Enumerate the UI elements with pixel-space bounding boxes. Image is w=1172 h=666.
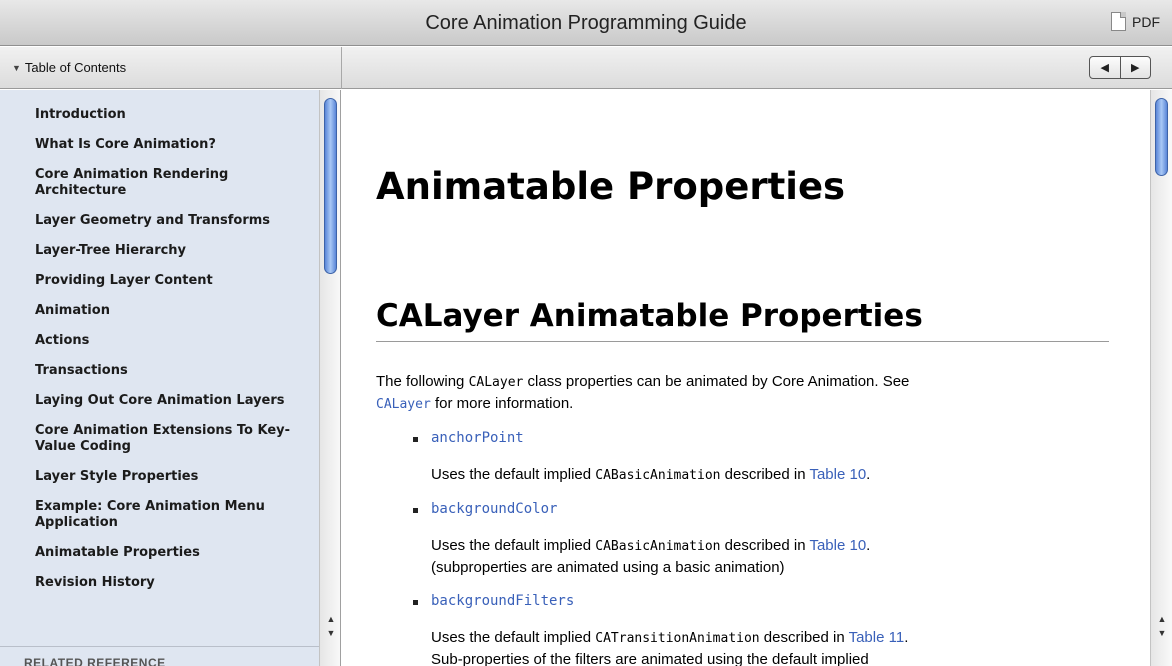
page-title: Animatable Properties: [376, 165, 846, 208]
desc-text: Uses the default implied: [431, 629, 596, 646]
toc-item-laying-out-layers[interactable]: Laying Out Core Animation Layers: [35, 393, 315, 409]
toc-item-layer-geometry[interactable]: Layer Geometry and Transforms: [35, 213, 315, 229]
desc-text: described in: [720, 537, 810, 554]
desc-text: .: [866, 466, 871, 483]
sidebar-scroll-arrows: ▲ ▼: [320, 612, 340, 640]
content-pane: Animatable Properties CALayer Animatable…: [342, 90, 1172, 666]
table-link[interactable]: Table 10: [809, 466, 866, 483]
toc-toggle-label: Table of Contents: [24, 60, 127, 75]
window-title: Core Animation Programming Guide: [425, 12, 747, 34]
property-item: anchorPoint Uses the default implied CAB…: [376, 430, 1116, 486]
scroll-down-arrow-icon[interactable]: ▼: [1151, 626, 1172, 640]
desc-line-2: Sub-properties of the filters are animat…: [431, 651, 869, 666]
property-item: backgroundColor Uses the default implied…: [376, 501, 1116, 578]
table-link[interactable]: Table 10: [809, 537, 866, 554]
desc-text: described in: [759, 629, 849, 646]
sidebar-scrollbar[interactable]: ▲ ▼: [319, 90, 340, 666]
scroll-down-arrow-icon[interactable]: ▼: [320, 626, 340, 640]
desc-line-2: (subproperties are animated using a basi…: [431, 559, 785, 576]
desc-text: described in: [720, 466, 810, 483]
desc-code: CATransitionAnimation: [595, 631, 760, 646]
toc-item-menu-application[interactable]: Example: Core Animation Menu Application: [35, 499, 315, 531]
toc-toggle[interactable]: ▼ Table of Contents: [12, 60, 126, 75]
table-link[interactable]: Table 11: [849, 629, 905, 646]
toc-sidebar: Introduction What Is Core Animation? Cor…: [0, 90, 341, 666]
toc-item-rendering-architecture[interactable]: Core Animation Rendering Architecture: [35, 167, 315, 199]
intro-code-calayer: CALayer: [468, 375, 524, 390]
previous-page-button[interactable]: ◀: [1090, 57, 1120, 78]
desc-text: Uses the default implied: [431, 466, 596, 483]
toc-item-kvc-extensions[interactable]: Core Animation Extensions To Key-Value C…: [35, 423, 315, 455]
desc-code: CABasicAnimation: [595, 468, 721, 483]
toc-list: Introduction What Is Core Animation? Cor…: [35, 107, 315, 605]
sidebar-scroll-thumb[interactable]: [324, 98, 337, 274]
content-scroll-thumb[interactable]: [1155, 98, 1168, 176]
intro-text-after: class properties can be animated by Core…: [523, 373, 910, 390]
pdf-label: PDF: [1132, 13, 1160, 30]
toc-item-actions[interactable]: Actions: [35, 333, 315, 349]
desc-text: .: [866, 537, 871, 554]
disclosure-triangle-icon: ▼: [12, 62, 21, 73]
title-bar: Core Animation Programming Guide PDF: [0, 0, 1172, 46]
toc-item-revision-history[interactable]: Revision History: [35, 575, 315, 591]
document-icon: [1111, 12, 1126, 31]
scroll-up-arrow-icon[interactable]: ▲: [1151, 612, 1172, 626]
property-description: Uses the default implied CATransitionAni…: [376, 627, 1116, 666]
toc-item-transactions[interactable]: Transactions: [35, 363, 315, 379]
scroll-up-arrow-icon[interactable]: ▲: [320, 612, 340, 626]
content-scrollbar[interactable]: ▲ ▼: [1150, 90, 1172, 666]
desc-text: .: [904, 629, 909, 646]
toc-item-providing-layer-content[interactable]: Providing Layer Content: [35, 273, 315, 289]
property-link-backgroundfilters[interactable]: backgroundFilters: [376, 593, 1116, 615]
heading-rule: [376, 341, 1109, 342]
property-list: anchorPoint Uses the default implied CAB…: [376, 430, 1116, 666]
toc-item-animation[interactable]: Animation: [35, 303, 315, 319]
intro-text-before: The following: [376, 373, 469, 390]
intro-text-tail: for more information.: [430, 395, 574, 412]
property-item: backgroundFilters Uses the default impli…: [376, 593, 1116, 666]
section-heading: CALayer Animatable Properties: [376, 298, 923, 334]
pdf-link[interactable]: PDF: [1111, 12, 1160, 31]
next-page-button[interactable]: ▶: [1119, 57, 1151, 78]
desc-text: Uses the default implied: [431, 537, 596, 554]
page-nav-buttons: ◀ ▶: [1089, 56, 1151, 79]
toc-item-layer-style-properties[interactable]: Layer Style Properties: [35, 469, 315, 485]
calayer-link[interactable]: CALayer: [376, 397, 431, 412]
property-link-backgroundcolor[interactable]: backgroundColor: [376, 501, 1116, 523]
toc-item-what-is-core-animation[interactable]: What Is Core Animation?: [35, 137, 315, 153]
desc-code: CABasicAnimation: [595, 539, 721, 554]
property-link-anchorpoint[interactable]: anchorPoint: [376, 430, 1116, 452]
toc-item-layer-tree-hierarchy[interactable]: Layer-Tree Hierarchy: [35, 243, 315, 259]
toolbar-divider: [341, 47, 342, 89]
content-scroll-arrows: ▲ ▼: [1151, 612, 1172, 640]
property-description: Uses the default implied CABasicAnimatio…: [376, 464, 1116, 486]
toolbar: ▼ Table of Contents ◀ ▶: [0, 47, 1172, 89]
toc-item-animatable-properties[interactable]: Animatable Properties: [35, 545, 315, 561]
toc-item-introduction[interactable]: Introduction: [35, 107, 315, 123]
intro-paragraph: The following CALayer class properties c…: [376, 371, 1096, 415]
property-description: Uses the default implied CABasicAnimatio…: [376, 535, 1116, 578]
related-reference-header[interactable]: RELATED REFERENCE: [0, 646, 320, 666]
right-arrow-icon: ▶: [1131, 62, 1140, 74]
left-arrow-icon: ◀: [1100, 62, 1109, 74]
